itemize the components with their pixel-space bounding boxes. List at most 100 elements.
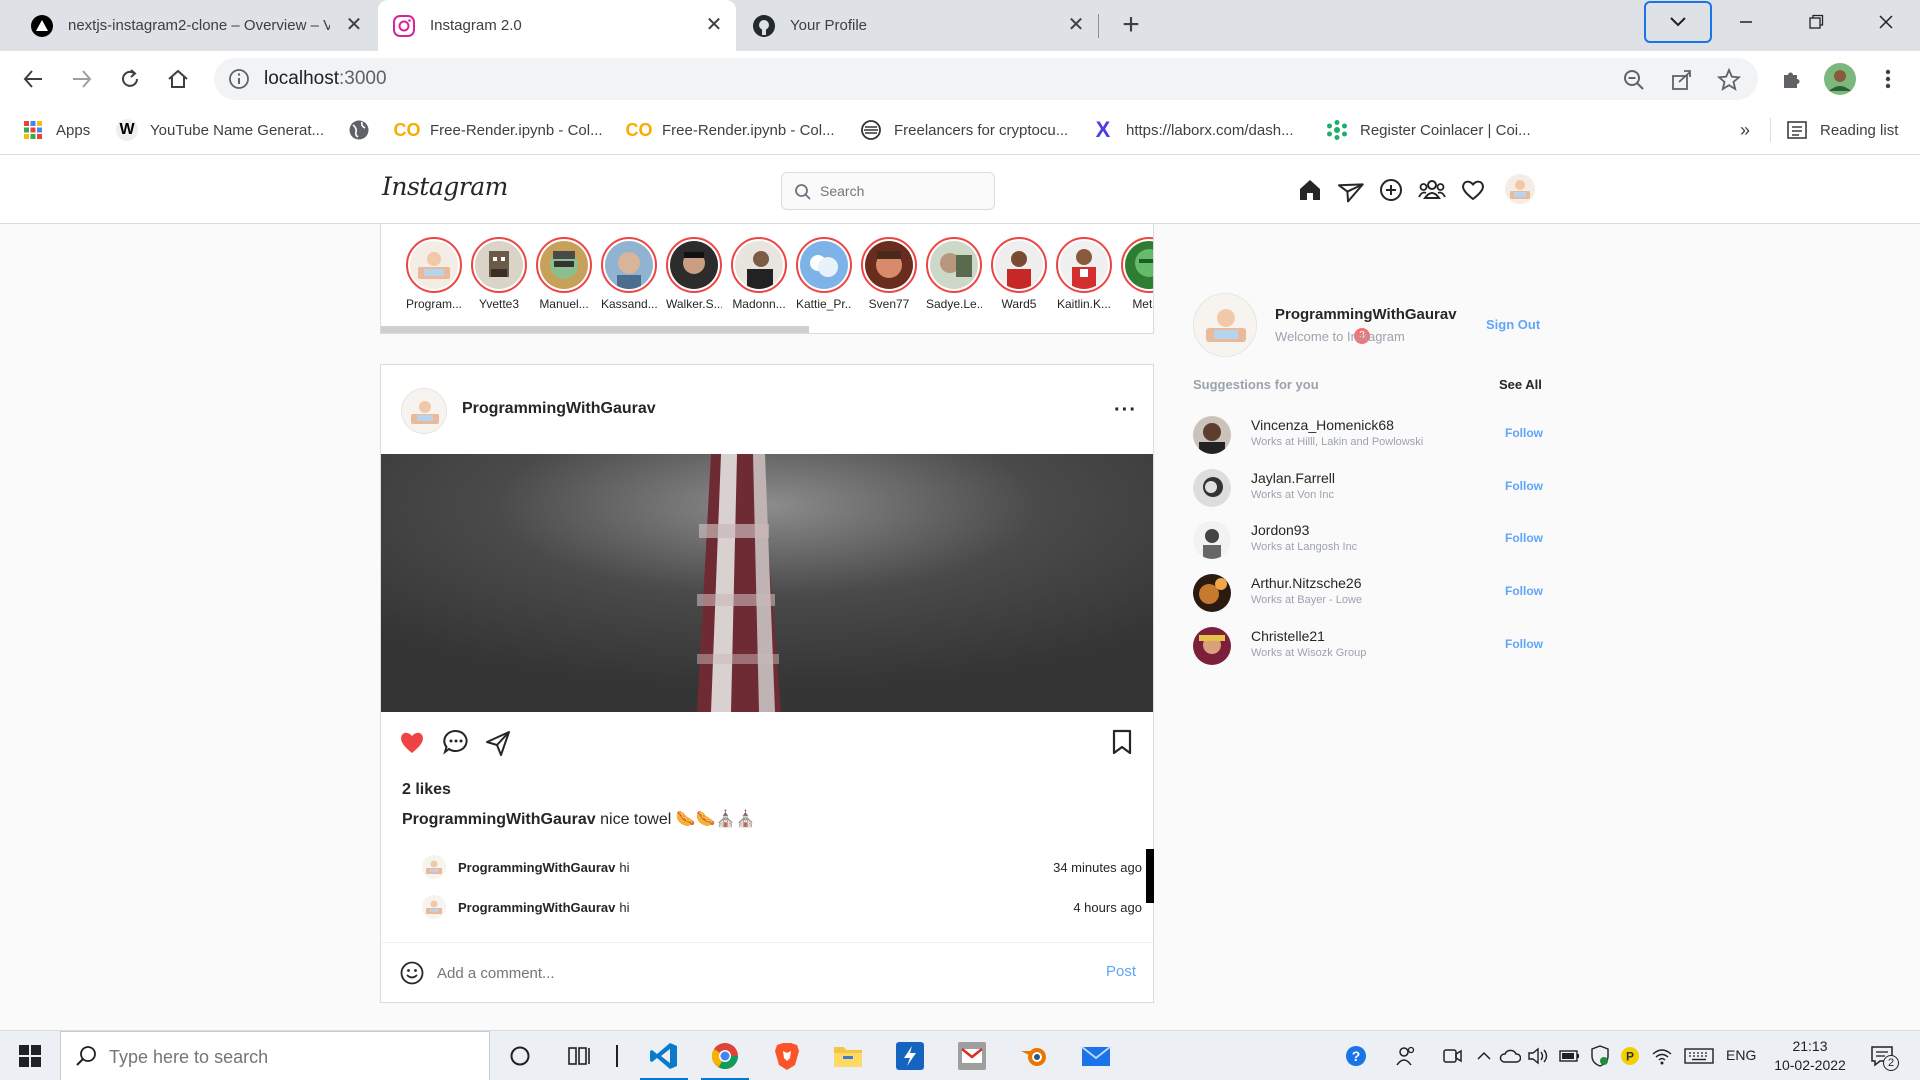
story-item[interactable]: Kaitlin.K... — [1056, 237, 1112, 311]
extensions-button[interactable] — [1776, 63, 1808, 95]
battery-icon[interactable] — [1558, 1044, 1582, 1068]
volume-icon[interactable] — [1526, 1044, 1550, 1068]
caption-username[interactable]: ProgrammingWithGaurav — [402, 811, 596, 828]
new-tab-button[interactable]: + — [1116, 10, 1146, 41]
post-author-avatar[interactable] — [401, 388, 447, 434]
comments-scrollbar[interactable] — [1146, 849, 1154, 903]
people-icon[interactable] — [1418, 177, 1446, 203]
emoji-smile-icon[interactable] — [399, 960, 425, 986]
bookmark-colab-1[interactable]: CO Free-Render.ipynb - Col... — [394, 117, 603, 143]
sidebar-username[interactable]: ProgrammingWithGaurav — [1275, 306, 1457, 323]
suggestion-avatar[interactable] — [1193, 574, 1231, 612]
zoom-icon[interactable] — [1622, 68, 1646, 92]
bookmark-youtube-name-generator[interactable]: W YouTube Name Generat... — [116, 117, 324, 143]
tab-github[interactable]: Your Profile ✕ — [740, 0, 1098, 51]
messages-icon[interactable] — [1336, 177, 1364, 203]
bookmark-star-icon[interactable] — [1717, 68, 1741, 92]
bookmark-icon[interactable] — [1108, 728, 1138, 758]
follow-button[interactable]: Follow — [1505, 637, 1543, 651]
chevron-up-icon[interactable] — [1472, 1044, 1496, 1068]
cortana-button[interactable] — [490, 1031, 550, 1080]
language-indicator[interactable]: ENG — [1726, 1047, 1756, 1063]
comment-avatar[interactable] — [422, 895, 446, 919]
suggestion-name[interactable]: Vincenza_Homenick68 — [1251, 417, 1394, 433]
keyboard-icon[interactable] — [1684, 1044, 1714, 1068]
follow-button[interactable]: Follow — [1505, 584, 1543, 598]
restore-button[interactable] — [1796, 6, 1836, 38]
tab-search-button[interactable] — [1644, 1, 1712, 43]
instagram-logo[interactable]: Instagram — [382, 172, 508, 201]
follow-button[interactable]: Follow — [1505, 531, 1543, 545]
taskbar-search-box[interactable] — [60, 1031, 490, 1080]
follow-button[interactable]: Follow — [1505, 426, 1543, 440]
mail-taskbar-icon[interactable] — [1066, 1031, 1126, 1080]
share-icon[interactable] — [1670, 68, 1694, 92]
like-heart-icon[interactable] — [398, 728, 428, 758]
user-avatar-icon[interactable] — [1504, 173, 1536, 205]
search-box[interactable] — [781, 172, 995, 210]
home-button[interactable] — [162, 63, 194, 95]
suggestion-avatar[interactable] — [1193, 416, 1231, 454]
see-all-button[interactable]: See All — [1499, 377, 1542, 392]
suggestion-name[interactable]: Jordon93 — [1251, 522, 1309, 538]
minimize-button[interactable] — [1726, 6, 1766, 38]
bookmark-globe[interactable] — [348, 117, 382, 143]
app-taskbar-icon[interactable] — [880, 1031, 940, 1080]
comment-username[interactable]: ProgrammingWithGaurav — [458, 900, 615, 915]
meet-now-icon[interactable] — [1440, 1044, 1464, 1068]
story-item[interactable]: Ward5 — [991, 237, 1047, 311]
comment-icon[interactable] — [442, 728, 472, 758]
address-bar[interactable]: localhost:3000 — [214, 58, 1758, 100]
people-tray-icon[interactable] — [1394, 1044, 1418, 1068]
story-item[interactable]: Program... — [406, 237, 462, 311]
story-item[interactable]: Kattie_Pr... — [796, 237, 852, 311]
post-image[interactable] — [381, 454, 1153, 712]
blender-taskbar-icon[interactable] — [1004, 1031, 1064, 1080]
reading-list-button[interactable]: Reading list — [1786, 117, 1898, 143]
taskbar-search-input[interactable] — [109, 1044, 469, 1070]
search-input[interactable] — [820, 181, 980, 201]
post-comment-button[interactable]: Post — [1106, 963, 1136, 980]
suggestion-name[interactable]: Christelle21 — [1251, 628, 1325, 644]
bookmark-crypto-freelancers[interactable]: Freelancers for cryptocu... — [860, 117, 1068, 143]
home-icon[interactable] — [1297, 177, 1323, 203]
add-post-icon[interactable] — [1378, 177, 1404, 203]
story-item[interactable]: Kassand... — [601, 237, 657, 311]
start-button[interactable] — [0, 1031, 60, 1080]
story-item[interactable]: Walker.S... — [666, 237, 722, 311]
heart-outline-icon[interactable] — [1460, 177, 1486, 203]
reload-button[interactable] — [114, 63, 146, 95]
file-explorer-taskbar-icon[interactable] — [818, 1031, 878, 1080]
follow-button[interactable]: Follow — [1505, 479, 1543, 493]
story-item[interactable]: Sven77 — [861, 237, 917, 311]
help-icon[interactable]: ? — [1344, 1044, 1368, 1068]
comment-input[interactable] — [437, 961, 1057, 985]
suggestion-avatar[interactable] — [1193, 627, 1231, 665]
close-tab-icon[interactable]: ✕ — [342, 14, 366, 38]
story-item[interactable]: Sadye.Le... — [926, 237, 982, 311]
suggestion-name[interactable]: Arthur.Nitzsche26 — [1251, 575, 1362, 591]
tab-instagram[interactable]: Instagram 2.0 ✕ — [378, 0, 736, 51]
comment-avatar[interactable] — [422, 855, 446, 879]
story-item[interactable]: Manuel... — [536, 237, 592, 311]
more-options-icon[interactable]: ··· — [1114, 399, 1137, 422]
close-window-button[interactable] — [1866, 6, 1906, 38]
bookmark-colab-2[interactable]: CO Free-Render.ipynb - Col... — [626, 117, 835, 143]
bookmark-apps[interactable]: Apps — [22, 117, 90, 143]
url-text[interactable]: localhost:3000 — [264, 68, 387, 90]
story-item[interactable]: Meta2 — [1121, 237, 1153, 311]
p-app-tray-icon[interactable]: P — [1618, 1044, 1642, 1068]
forward-button[interactable] — [66, 63, 98, 95]
story-item[interactable]: Yvette3 — [471, 237, 527, 311]
gmail-taskbar-icon[interactable] — [942, 1031, 1002, 1080]
bookmark-laborx[interactable]: X https://laborx.com/dash... — [1092, 117, 1294, 143]
onedrive-icon[interactable] — [1498, 1044, 1522, 1068]
close-tab-icon[interactable]: ✕ — [1064, 14, 1088, 38]
wifi-icon[interactable] — [1650, 1044, 1674, 1068]
stories-scrollbar[interactable] — [381, 326, 809, 333]
system-clock[interactable]: 21:13 10-02-2022 — [1770, 1037, 1850, 1075]
vscode-taskbar-icon[interactable] — [634, 1031, 694, 1080]
profile-avatar[interactable] — [1824, 63, 1856, 95]
tab-vercel[interactable]: nextjs-instagram2-clone – Overview – V ✕ — [18, 0, 376, 51]
suggestion-avatar[interactable] — [1193, 521, 1231, 559]
